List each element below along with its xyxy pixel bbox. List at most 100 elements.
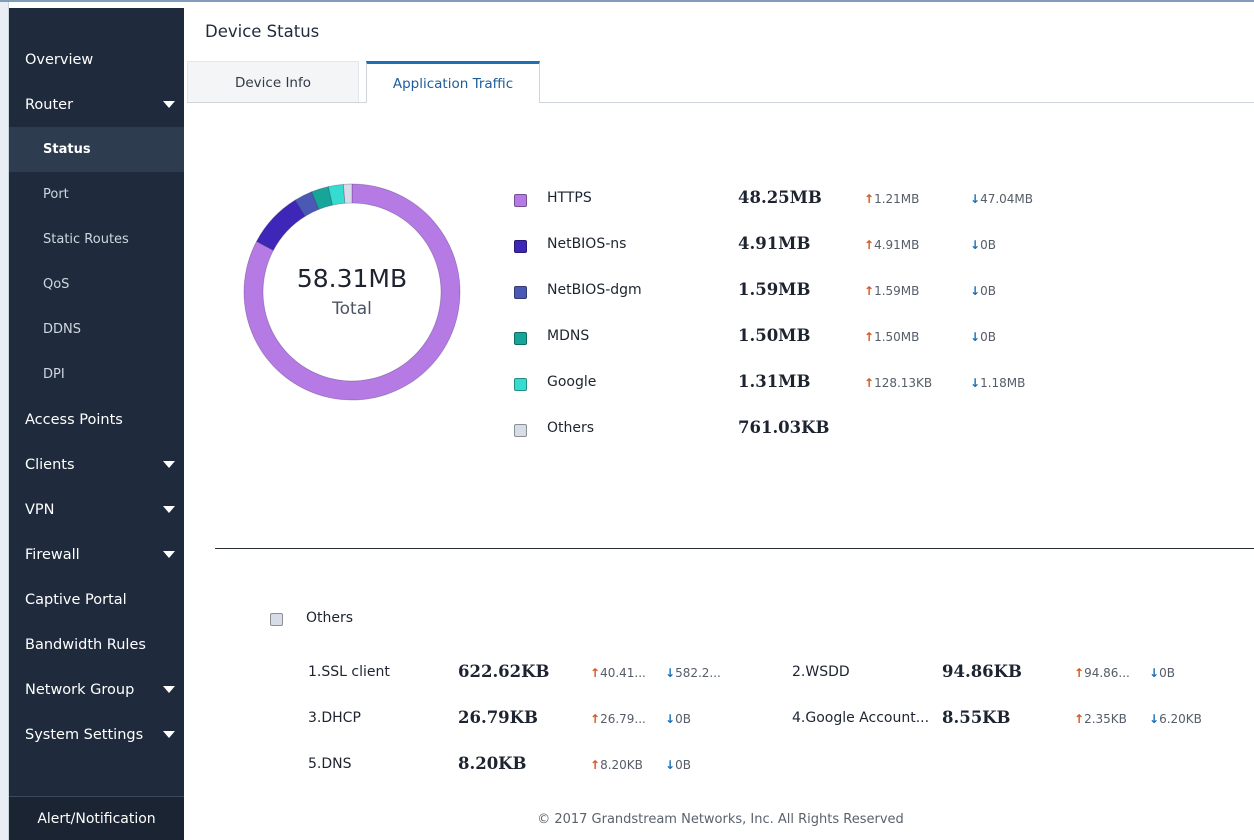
legend-swatch bbox=[514, 194, 527, 207]
sidebar-item-network-group[interactable]: Network Group bbox=[9, 667, 184, 712]
sidebar-item-status[interactable]: Status bbox=[9, 127, 184, 172]
legend-name: NetBIOS-ns bbox=[547, 236, 627, 252]
alert-notification-button[interactable]: Alert/Notification bbox=[9, 796, 184, 840]
legend-size: 761.03KB bbox=[738, 418, 830, 437]
legend-size: 4.91MB bbox=[738, 234, 811, 253]
legend-row-https: HTTPS 48.25MB ↑1.21MB ↓47.04MB bbox=[514, 188, 1114, 212]
donut-segment-others[interactable] bbox=[342, 183, 353, 204]
sidebar-item-label: QoS bbox=[43, 277, 70, 292]
others-item-wsdd: 2.WSDD 94.86KB ↑94.86... ↓0B bbox=[792, 662, 1252, 686]
others-item-download: ↓582.2... bbox=[665, 666, 721, 680]
legend-name: MDNS bbox=[547, 328, 590, 344]
upload-value: 1.21MB bbox=[874, 192, 920, 206]
tab-divider bbox=[187, 102, 1254, 103]
legend-row-others: Others 761.03KB bbox=[514, 418, 1114, 442]
others-item-dhcp: 3.DHCP 26.79KB ↑26.79... ↓0B bbox=[308, 708, 768, 732]
legend-swatch bbox=[514, 286, 527, 299]
legend-upload: ↑1.50MB bbox=[864, 330, 919, 344]
sidebar-item-label: DDNS bbox=[43, 322, 81, 337]
legend-download: ↓0B bbox=[970, 238, 996, 252]
legend-upload: ↑4.91MB bbox=[864, 238, 919, 252]
arrow-up-icon: ↑ bbox=[590, 712, 601, 726]
upload-value: 128.13KB bbox=[874, 376, 933, 390]
legend-size: 1.31MB bbox=[738, 372, 811, 391]
download-value: 0B bbox=[1159, 666, 1175, 680]
legend-download: ↓47.04MB bbox=[970, 192, 1033, 206]
sidebar-item-qos[interactable]: QoS bbox=[9, 262, 184, 307]
legend-row-mdns: MDNS 1.50MB ↑1.50MB ↓0B bbox=[514, 326, 1114, 350]
arrow-down-icon: ↓ bbox=[970, 376, 981, 390]
others-item-download: ↓6.20KB bbox=[1149, 712, 1202, 726]
tab-application-traffic[interactable]: Application Traffic bbox=[366, 61, 540, 103]
arrow-up-icon: ↑ bbox=[864, 330, 875, 344]
upload-value: 26.79... bbox=[600, 712, 646, 726]
arrow-down-icon: ↓ bbox=[1149, 712, 1160, 726]
sidebar-item-overview[interactable]: Overview bbox=[9, 37, 184, 82]
sidebar-item-label: Captive Portal bbox=[25, 591, 127, 608]
sidebar-item-label: Firewall bbox=[25, 546, 80, 563]
caret-down-icon bbox=[163, 101, 175, 108]
legend-swatch bbox=[514, 240, 527, 253]
donut-total-label: Total bbox=[332, 299, 372, 319]
legend-name: Others bbox=[547, 420, 595, 436]
legend-download: ↓1.18MB bbox=[970, 376, 1025, 390]
sidebar-item-bandwidth-rules[interactable]: Bandwidth Rules bbox=[9, 622, 184, 667]
sidebar-item-vpn[interactable]: VPN bbox=[9, 487, 184, 532]
others-item-dns: 5.DNS 8.20KB ↑8.20KB ↓0B bbox=[308, 754, 768, 778]
sidebar-item-access-points[interactable]: Access Points bbox=[9, 397, 184, 442]
download-value: 0B bbox=[980, 238, 996, 252]
sidebar-item-router[interactable]: Router bbox=[9, 82, 184, 127]
sidebar-item-static-routes[interactable]: Static Routes bbox=[9, 217, 184, 262]
download-value: 47.04MB bbox=[980, 192, 1034, 206]
others-item-name: 5.DNS bbox=[308, 756, 352, 772]
tab-device-info[interactable]: Device Info bbox=[187, 61, 359, 103]
arrow-up-icon: ↑ bbox=[864, 238, 875, 252]
sidebar-item-port[interactable]: Port bbox=[9, 172, 184, 217]
alert-notification-label: Alert/Notification bbox=[37, 810, 156, 827]
donut-segment-netbios-ns[interactable] bbox=[256, 199, 306, 251]
sidebar-item-label: Router bbox=[25, 96, 74, 113]
sidebar-item-clients[interactable]: Clients bbox=[9, 442, 184, 487]
legend-size: 1.50MB bbox=[738, 326, 811, 345]
download-value: 0B bbox=[675, 712, 691, 726]
others-item-name: 3.DHCP bbox=[308, 710, 361, 726]
legend-download: ↓0B bbox=[970, 330, 996, 344]
caret-down-icon bbox=[163, 686, 175, 693]
sidebar-item-system-settings[interactable]: System Settings bbox=[9, 712, 184, 757]
arrow-up-icon: ↑ bbox=[590, 758, 601, 772]
legend-upload: ↑1.59MB bbox=[864, 284, 919, 298]
caret-down-icon bbox=[163, 551, 175, 558]
arrow-down-icon: ↓ bbox=[970, 330, 981, 344]
arrow-up-icon: ↑ bbox=[1074, 712, 1085, 726]
others-item-google-account: 4.Google Account... 8.55KB ↑2.35KB ↓6.20… bbox=[792, 708, 1252, 732]
others-item-name: 2.WSDD bbox=[792, 664, 850, 680]
download-value: 582.2... bbox=[675, 666, 721, 680]
others-item-upload: ↑40.41... bbox=[590, 666, 646, 680]
footer-copyright: © 2017 Grandstream Networks, Inc. All Ri… bbox=[537, 812, 904, 827]
download-value: 6.20KB bbox=[1159, 712, 1202, 726]
others-swatch bbox=[270, 613, 283, 626]
arrow-down-icon: ↓ bbox=[665, 758, 676, 772]
others-item-ssl-client: 1.SSL client 622.62KB ↑40.41... ↓582.2..… bbox=[308, 662, 768, 686]
sidebar-item-label: Access Points bbox=[25, 411, 123, 428]
sidebar-item-firewall[interactable]: Firewall bbox=[9, 532, 184, 577]
arrow-up-icon: ↑ bbox=[864, 192, 875, 206]
sidebar-item-label: Overview bbox=[25, 51, 94, 68]
window-edge bbox=[0, 2, 9, 840]
arrow-up-icon: ↑ bbox=[1074, 666, 1085, 680]
others-item-name: 1.SSL client bbox=[308, 664, 390, 680]
app-window: Overview Router Status Port Static Route… bbox=[0, 0, 1254, 840]
sidebar-item-captive-portal[interactable]: Captive Portal bbox=[9, 577, 184, 622]
page-title: Device Status bbox=[205, 22, 320, 41]
others-item-size: 8.55KB bbox=[942, 708, 1011, 727]
sidebar-item-dpi[interactable]: DPI bbox=[9, 352, 184, 397]
sidebar-item-ddns[interactable]: DDNS bbox=[9, 307, 184, 352]
sidebar: Overview Router Status Port Static Route… bbox=[9, 8, 184, 840]
tab-label: Application Traffic bbox=[392, 75, 514, 92]
upload-value: 94.86... bbox=[1084, 666, 1130, 680]
others-item-size: 622.62KB bbox=[458, 662, 550, 681]
legend-size: 48.25MB bbox=[738, 188, 822, 207]
donut-total-value: 58.31MB bbox=[296, 264, 408, 293]
legend-swatch bbox=[514, 332, 527, 345]
upload-value: 40.41... bbox=[600, 666, 646, 680]
